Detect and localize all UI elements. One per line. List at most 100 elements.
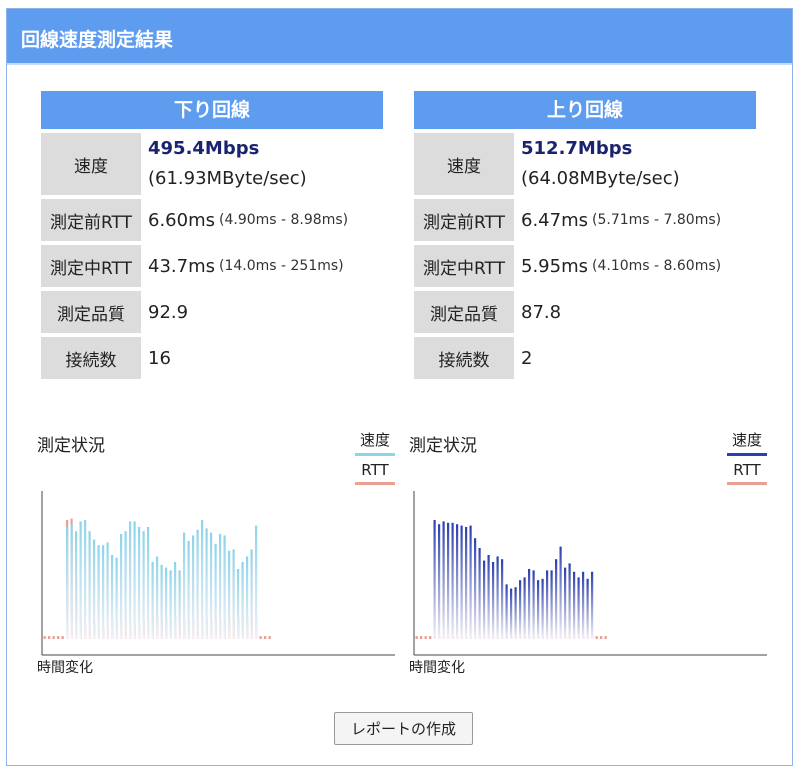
download-speed-row: 速度 495.4Mbps (61.93MByte/sec) [41,133,383,195]
speed-bar [205,528,208,639]
speed-bar [106,542,109,639]
upload-title: 上り回線 [414,91,756,129]
speed-bar [237,569,240,639]
speed-bar [546,570,549,639]
upload-rtt-during-row: 測定中RTT 5.95ms (4.10ms - 8.60ms) [414,245,756,287]
x-axis-label: 時間変化 [409,660,465,676]
speed-bar [75,531,78,639]
chart-title: 測定状況 [37,436,105,456]
speed-bar [201,520,204,639]
download-rtt-during: 43.7ms [148,255,215,277]
speed-bar [169,570,172,639]
download-title: 下り回線 [41,91,383,129]
legend-speed: 速度 [355,429,395,456]
speed-bar [232,549,235,639]
speed-bar [415,636,418,639]
speed-bar [420,636,423,639]
speed-bar [183,532,186,639]
speed-bar [573,571,576,639]
speed-bar [57,636,60,639]
speed-bar [196,529,199,639]
speed-bar [246,556,249,639]
speed-bar [88,531,91,639]
legend-speed-label: 速度 [359,431,390,449]
speed-bar [223,535,226,639]
speed-bar [582,571,585,639]
download-rtt-before: 6.60ms [148,209,215,231]
speed-bar [442,521,445,639]
download-quality-value: 92.9 [148,301,189,323]
speed-bar [129,521,132,639]
speed-bar [510,588,513,639]
legend-rtt-label: RTT [733,461,761,479]
speed-bar [111,555,114,639]
speed-bar [550,570,553,639]
download-rtt-during-row: 測定中RTT 43.7ms (14.0ms - 251ms) [41,245,383,287]
speed-bar [228,550,231,639]
speed-label: 速度 [41,133,141,195]
upload-rtt-during-range: (4.10ms - 8.60ms) [592,258,722,274]
speed-bar [528,569,531,639]
upload-quality-row: 測定品質 87.8 [414,291,756,333]
speed-bar [93,539,96,639]
download-table: 下り回線 速度 495.4Mbps (61.93MByte/sec) 測定前RT… [41,91,383,379]
upload-speed-mbps: 512.7Mbps [521,138,633,159]
legend-rtt: RTT [727,461,767,485]
download-connections-row: 接続数 16 [41,337,383,379]
legend-rtt-swatch [355,482,395,485]
speed-bar [142,531,145,639]
legend-rtt: RTT [355,461,395,485]
download-speed-mbps: 495.4Mbps [148,138,260,159]
create-report-button[interactable]: レポートの作成 [334,712,473,745]
speed-label: 速度 [414,133,514,195]
upload-rtt-before-range: (5.71ms - 7.80ms) [592,212,722,228]
speed-bar [160,564,163,639]
download-rtt-during-value: 43.7ms (14.0ms - 251ms) [141,245,344,287]
speed-bar [505,584,508,639]
speed-bar [268,636,271,639]
speed-bar [447,522,450,639]
download-speed-value: 495.4Mbps (61.93MByte/sec) [141,133,307,195]
download-chart: 測定状況 速度 RTT 時間変化 [35,421,395,676]
speed-bar [192,535,195,639]
page-title: 回線速度測定結果 [7,9,792,65]
speed-bar [460,525,463,639]
speed-bar [264,636,267,639]
rtt-during-label: 測定中RTT [41,245,141,287]
speed-bar [259,636,262,639]
speed-bar [178,570,181,639]
speed-bar [52,636,55,639]
speed-bar [514,587,517,639]
legend-speed-swatch [727,453,767,456]
quality-label: 測定品質 [41,291,141,333]
speed-bar [214,543,217,639]
speed-bar [165,567,168,639]
speed-bar [250,549,253,639]
speed-bar [147,527,150,639]
upload-rtt-before-row: 測定前RTT 6.47ms (5.71ms - 7.80ms) [414,199,756,241]
speed-bar [241,562,244,639]
speed-bar [138,527,141,639]
connections-label: 接続数 [414,337,514,379]
upload-speed-row: 速度 512.7Mbps (64.08MByte/sec) [414,133,756,195]
speed-bar [66,527,69,639]
speed-bar [433,520,436,639]
upload-chart-plot [413,491,767,656]
speed-bar [187,541,190,639]
legend-rtt-swatch [727,482,767,485]
download-quality-row: 測定品質 92.9 [41,291,383,333]
speed-bar [451,522,454,639]
speed-bar [255,525,258,639]
speed-bar [487,555,490,639]
speed-bar [438,524,441,639]
speed-bar [124,531,127,639]
x-axis-label: 時間変化 [37,660,93,676]
speed-bar [48,636,51,639]
download-rtt-before-value: 6.60ms (4.90ms - 8.98ms) [141,199,348,241]
speed-bar [523,577,526,639]
speed-bar [519,580,522,639]
upload-rtt-before: 6.47ms [521,209,588,231]
result-panel: 回線速度測定結果 下り回線 速度 495.4Mbps (61.93MByte/s… [6,8,793,766]
speed-bar [600,636,603,639]
upload-rtt-during-value: 5.95ms (4.10ms - 8.60ms) [514,245,721,287]
